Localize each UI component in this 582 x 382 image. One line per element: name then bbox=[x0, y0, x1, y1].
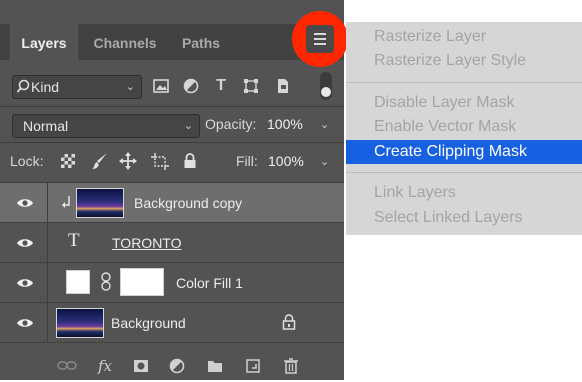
fill-label: Fill: bbox=[236, 153, 258, 169]
search-icon bbox=[16, 76, 30, 104]
smart-object-filter-icon[interactable] bbox=[272, 74, 294, 98]
menu-item-rasterize-layer-style[interactable]: Rasterize Layer Style bbox=[346, 49, 582, 73]
menu-item-link-layers[interactable]: Link Layers bbox=[346, 181, 582, 205]
panel-menu-button[interactable] bbox=[306, 25, 334, 53]
layers-panel: Layers Channels Paths Kind ⌄ T Normal ⌄ … bbox=[0, 0, 344, 380]
visibility-toggle[interactable] bbox=[0, 263, 48, 302]
layer-row-toronto[interactable]: T TORONTO bbox=[0, 223, 344, 263]
blend-mode-value: Normal bbox=[23, 118, 69, 134]
opacity-label: Opacity: bbox=[205, 116, 257, 132]
tab-paths[interactable]: Paths bbox=[170, 24, 232, 60]
image-filter-icon[interactable] bbox=[150, 74, 172, 98]
link-chain-icon[interactable] bbox=[100, 272, 112, 297]
lock-transparent-pixels-icon[interactable] bbox=[58, 150, 78, 172]
menu-item-rasterize-layer[interactable]: Rasterize Layer bbox=[346, 25, 582, 49]
panel-flyout-menu: Rasterize Layer Rasterize Layer Style Di… bbox=[346, 22, 582, 235]
lock-artboard-icon[interactable] bbox=[150, 150, 170, 172]
divider bbox=[0, 142, 344, 143]
eye-icon[interactable] bbox=[16, 196, 34, 210]
lock-position-icon[interactable] bbox=[118, 150, 138, 172]
filter-kind-label: Kind bbox=[31, 79, 60, 95]
visibility-toggle[interactable] bbox=[0, 223, 48, 262]
visibility-toggle[interactable] bbox=[0, 183, 48, 222]
layers-panel-footer: fx bbox=[0, 352, 344, 380]
type-filter-icon[interactable]: T bbox=[210, 74, 232, 98]
layer-row-color-fill[interactable]: Color Fill 1 bbox=[0, 263, 344, 303]
menu-item-select-linked-layers[interactable]: Select Linked Layers bbox=[346, 206, 582, 230]
link-layers-icon[interactable] bbox=[56, 356, 78, 376]
chevron-down-icon: ⌄ bbox=[125, 81, 135, 93]
type-layer-icon: T bbox=[68, 230, 80, 251]
layer-thumbnail bbox=[56, 308, 104, 338]
tab-channels[interactable]: Channels bbox=[80, 24, 170, 60]
adjustment-layer-icon[interactable] bbox=[166, 356, 188, 376]
layer-mask-thumbnail[interactable] bbox=[120, 268, 164, 296]
eye-icon[interactable] bbox=[16, 276, 34, 290]
lock-label: Lock: bbox=[10, 153, 44, 169]
annotation-highlight-circle bbox=[292, 11, 348, 67]
layer-name[interactable]: Background copy bbox=[134, 195, 242, 211]
fill-input[interactable]: 100% bbox=[268, 153, 304, 169]
trash-icon[interactable] bbox=[280, 356, 302, 376]
adjustment-filter-icon[interactable] bbox=[180, 74, 202, 98]
fill-chevron-icon[interactable]: ⌄ bbox=[320, 155, 329, 168]
filter-icons: T bbox=[150, 74, 300, 98]
lock-all-icon[interactable] bbox=[180, 150, 200, 172]
menu-separator bbox=[346, 82, 582, 83]
menu-item-enable-vector-mask[interactable]: Enable Vector Mask bbox=[346, 115, 582, 139]
chevron-down-icon: ⌄ bbox=[183, 120, 193, 132]
layer-name[interactable]: Background bbox=[111, 315, 186, 331]
filter-toggle[interactable] bbox=[320, 72, 332, 100]
folder-icon[interactable] bbox=[204, 356, 226, 376]
opacity-input[interactable]: 100% bbox=[267, 116, 303, 132]
layer-thumbnail bbox=[76, 188, 124, 218]
layer-name[interactable]: TORONTO bbox=[112, 235, 182, 251]
blend-mode-select[interactable]: Normal ⌄ bbox=[12, 114, 200, 138]
fx-icon[interactable]: fx bbox=[94, 356, 116, 376]
lock-icon bbox=[282, 313, 296, 336]
shape-filter-icon[interactable] bbox=[240, 74, 262, 98]
add-mask-icon[interactable] bbox=[130, 356, 152, 376]
divider bbox=[0, 106, 344, 107]
lock-image-pixels-icon[interactable] bbox=[90, 150, 110, 172]
menu-item-disable-layer-mask[interactable]: Disable Layer Mask bbox=[346, 91, 582, 115]
layer-row-background[interactable]: Background bbox=[0, 303, 344, 343]
layer-row-background-copy[interactable]: Background copy bbox=[0, 183, 344, 223]
layer-name[interactable]: Color Fill 1 bbox=[176, 275, 243, 291]
opacity-chevron-icon[interactable]: ⌄ bbox=[320, 118, 329, 131]
tab-layers[interactable]: Layers bbox=[10, 24, 78, 60]
filter-kind-select[interactable]: Kind ⌄ bbox=[12, 75, 142, 99]
eye-icon[interactable] bbox=[16, 236, 34, 250]
eye-icon[interactable] bbox=[16, 316, 34, 330]
fill-color-thumbnail[interactable] bbox=[66, 270, 90, 294]
menu-separator bbox=[346, 172, 582, 173]
new-layer-icon[interactable] bbox=[242, 356, 264, 376]
visibility-toggle[interactable] bbox=[0, 303, 48, 342]
clipping-arrow-icon bbox=[62, 195, 72, 214]
menu-item-create-clipping-mask[interactable]: Create Clipping Mask bbox=[346, 140, 582, 164]
